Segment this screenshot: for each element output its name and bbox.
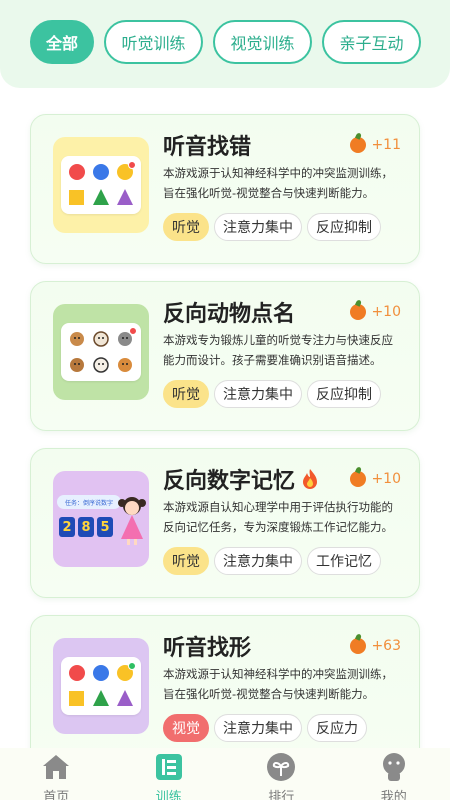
- filter-bar: 全部 听觉训练 视觉训练 亲子互动: [0, 0, 450, 88]
- game-card[interactable]: 反向动物点名 +10 本游戏专为锻炼儿童的听觉专注力与快速反应能力而设计。孩子需…: [30, 281, 420, 431]
- game-thumbnail: 任务：倒序说数字 2 8 5: [53, 471, 149, 567]
- card-description: 本游戏源自认知心理学中用于评估执行功能的反向记忆任务，专为深度锻炼工作记忆能力。: [163, 500, 393, 534]
- game-thumbnail: [53, 137, 149, 233]
- card-title: 听音找形: [163, 636, 252, 661]
- score-value: +10: [371, 471, 401, 487]
- tag: 注意力集中: [214, 547, 302, 575]
- training-icon: [154, 752, 184, 782]
- digits-panel-icon: 任务：倒序说数字 2 8 5: [55, 489, 147, 549]
- nav-label: 排行: [268, 790, 295, 800]
- digit-box: 2: [59, 517, 75, 537]
- digit-box: 5: [97, 517, 113, 537]
- girl-icon: [118, 497, 146, 545]
- profile-icon: [379, 752, 409, 782]
- nav-item-ranking[interactable]: 排行: [241, 748, 321, 800]
- game-thumbnail: [53, 638, 149, 734]
- fire-icon: [303, 469, 318, 489]
- tag: 视觉: [163, 714, 209, 742]
- tag: 注意力集中: [214, 213, 302, 241]
- orange-icon: [350, 137, 367, 153]
- card-description: 本游戏专为锻炼儿童的听觉专注力与快速反应能力而设计。孩子需要准确识别语音描述。: [163, 333, 393, 367]
- digit-box: 8: [78, 517, 94, 537]
- nav-item-profile[interactable]: 我的: [354, 748, 434, 800]
- shapes-panel-icon: [61, 657, 141, 715]
- tag: 听觉: [163, 547, 209, 575]
- game-card[interactable]: 任务：倒序说数字 2 8 5 反向数字记忆 +10 本游戏源自认知心理学中用于评…: [30, 448, 420, 598]
- score-badge: +63: [350, 638, 401, 654]
- tag-list: 听觉 注意力集中 反应抑制: [163, 213, 381, 241]
- tag: 听觉: [163, 380, 209, 408]
- nav-item-training[interactable]: 训练: [129, 748, 209, 800]
- bottom-nav: 首页 训练 排行 我的: [0, 748, 450, 800]
- nav-label: 训练: [155, 790, 182, 800]
- tag: 听觉: [163, 213, 209, 241]
- tag: 工作记忆: [307, 547, 381, 575]
- score-value: +11: [371, 137, 401, 153]
- home-icon: [41, 752, 71, 782]
- card-title: 听音找错: [163, 135, 252, 160]
- score-value: +63: [371, 638, 401, 654]
- filter-chip-audio[interactable]: 听觉训练: [104, 20, 203, 64]
- score-value: +10: [371, 304, 401, 320]
- card-title-text: 反向数字记忆: [163, 469, 296, 494]
- tag: 注意力集中: [214, 380, 302, 408]
- filter-chip-all[interactable]: 全部: [30, 20, 94, 64]
- card-description: 本游戏源于认知神经科学中的冲突监测训练，旨在强化听觉-视觉整合与快速判断能力。: [163, 166, 393, 200]
- digits-banner: 任务：倒序说数字: [57, 495, 121, 509]
- score-badge: +10: [350, 471, 401, 487]
- nav-item-home[interactable]: 首页: [16, 748, 96, 800]
- filter-chip-visual[interactable]: 视觉训练: [213, 20, 312, 64]
- tag: 反应抑制: [307, 380, 381, 408]
- filter-chip-parent-child[interactable]: 亲子互动: [322, 20, 421, 64]
- card-title: 反向动物点名: [163, 302, 296, 327]
- card-title: 反向数字记忆: [163, 463, 319, 495]
- shapes-panel-icon: [61, 156, 141, 214]
- score-badge: +11: [350, 137, 401, 153]
- animals-panel-icon: [61, 323, 141, 381]
- game-card[interactable]: 听音找错 +11 本游戏源于认知神经科学中的冲突监测训练，旨在强化听觉-视觉整合…: [30, 114, 420, 264]
- tag-list: 视觉 注意力集中 反应力: [163, 714, 367, 742]
- orange-icon: [350, 471, 367, 487]
- nav-label: 我的: [380, 790, 407, 800]
- ranking-icon: [266, 752, 296, 782]
- orange-icon: [350, 638, 367, 654]
- tag-list: 听觉 注意力集中 反应抑制: [163, 380, 381, 408]
- score-badge: +10: [350, 304, 401, 320]
- nav-label: 首页: [43, 790, 70, 800]
- orange-icon: [350, 304, 367, 320]
- game-card[interactable]: 听音找形 +63 本游戏源于认知神经科学中的冲突监测训练，旨在强化听觉-视觉整合…: [30, 615, 420, 765]
- tag-list: 听觉 注意力集中 工作记忆: [163, 547, 381, 575]
- game-thumbnail: [53, 304, 149, 400]
- tag: 反应力: [307, 714, 367, 742]
- tag: 反应抑制: [307, 213, 381, 241]
- card-description: 本游戏源于认知神经科学中的冲突监测训练，旨在强化听觉-视觉整合与快速判断能力。: [163, 667, 393, 701]
- tag: 注意力集中: [214, 714, 302, 742]
